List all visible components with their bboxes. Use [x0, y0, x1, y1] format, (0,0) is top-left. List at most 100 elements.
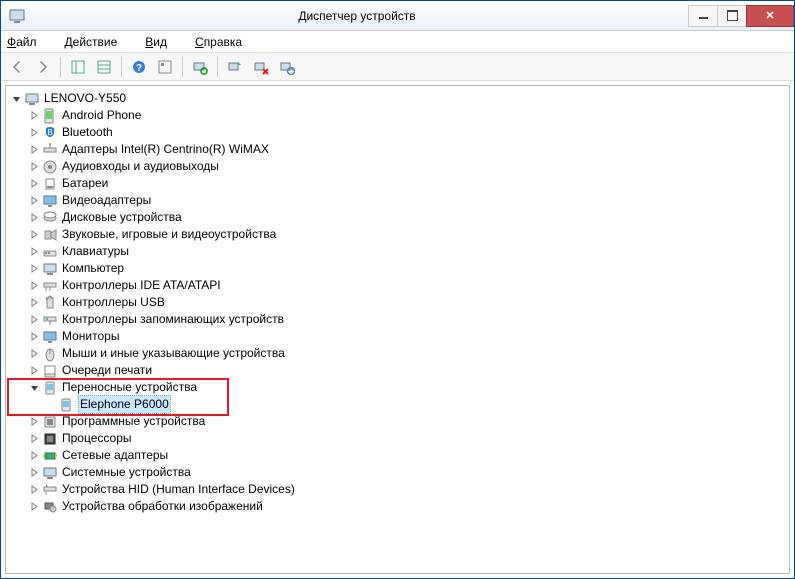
category-icon — [42, 363, 58, 379]
tree-category[interactable]: Контроллеры USB — [8, 294, 787, 311]
expand-arrow-icon[interactable] — [28, 365, 40, 377]
tree-category[interactable]: Аудиовходы и аудиовыходы — [8, 158, 787, 175]
tree-category[interactable]: Дисковые устройства — [8, 209, 787, 226]
tree-category[interactable]: Мониторы — [8, 328, 787, 345]
expand-arrow-icon[interactable] — [28, 229, 40, 241]
category-icon — [42, 482, 58, 498]
expand-arrow-icon[interactable] — [28, 178, 40, 190]
tree-category-label: Очереди печати — [62, 362, 152, 379]
tree-category-label: Устройства HID (Human Interface Devices) — [62, 481, 295, 498]
category-icon — [42, 142, 58, 158]
tree-category[interactable]: Мыши и иные указывающие устройства — [8, 345, 787, 362]
minimize-button[interactable] — [688, 5, 718, 27]
tree-category-label: Звуковые, игровые и видеоустройства — [62, 226, 276, 243]
category-icon — [42, 244, 58, 260]
expand-arrow-icon[interactable] — [28, 161, 40, 173]
tree-category[interactable]: Системные устройства — [8, 464, 787, 481]
tree-device[interactable]: Elephone P6000 — [8, 396, 787, 413]
expand-arrow-icon[interactable] — [28, 195, 40, 207]
expand-arrow-icon[interactable] — [28, 127, 40, 139]
tree-category[interactable]: Клавиатуры — [8, 243, 787, 260]
uninstall-button[interactable] — [249, 55, 273, 79]
category-icon — [42, 210, 58, 226]
menu-bar: Файл Действие Вид Справка — [1, 31, 794, 53]
toolbar-separator — [121, 57, 122, 77]
tree-category-label: Батареи — [62, 175, 108, 192]
expand-arrow-icon[interactable] — [28, 433, 40, 445]
toolbar-separator — [182, 57, 183, 77]
action-button[interactable] — [153, 55, 177, 79]
tree-device-label: Elephone P6000 — [78, 395, 171, 414]
tree-category[interactable]: Устройства HID (Human Interface Devices) — [8, 481, 787, 498]
category-icon — [42, 346, 58, 362]
tree-category[interactable]: Переносные устройства — [8, 379, 787, 396]
category-icon — [42, 465, 58, 481]
tree-category-label: Контроллеры запоминающих устройств — [62, 311, 284, 328]
toolbar: ? — [1, 53, 794, 81]
expand-arrow-icon[interactable] — [28, 467, 40, 479]
tree-category-label: Компьютер — [62, 260, 124, 277]
tree-category[interactable]: Батареи — [8, 175, 787, 192]
tree-category[interactable]: Программные устройства — [8, 413, 787, 430]
tree-category[interactable]: Видеоадаптеры — [8, 192, 787, 209]
category-icon — [42, 159, 58, 175]
expand-arrow-icon[interactable] — [28, 314, 40, 326]
category-icon — [42, 380, 58, 396]
menu-help[interactable]: Справка — [195, 35, 256, 49]
tree-category[interactable]: BBluetooth — [8, 124, 787, 141]
category-icon — [42, 261, 58, 277]
expand-arrow-icon[interactable] — [28, 144, 40, 156]
svg-text:B: B — [47, 128, 52, 137]
menu-view[interactable]: Вид — [145, 35, 181, 49]
back-button[interactable] — [5, 55, 29, 79]
tree-category[interactable]: Сетевые адаптеры — [8, 447, 787, 464]
tree-root[interactable]: LENOVO-Y550 — [8, 90, 787, 107]
category-icon — [42, 108, 58, 124]
maximize-button[interactable] — [717, 5, 747, 27]
forward-button[interactable] — [31, 55, 55, 79]
expand-arrow-icon[interactable] — [10, 93, 22, 105]
tree-category-label: Системные устройства — [62, 464, 191, 481]
expand-arrow-icon[interactable] — [28, 348, 40, 360]
expand-arrow-icon[interactable] — [28, 450, 40, 462]
tree-category-label: Контроллеры USB — [62, 294, 165, 311]
tree-category[interactable]: Адаптеры Intel(R) Centrino(R) WiMAX — [8, 141, 787, 158]
app-icon — [9, 8, 25, 24]
expand-arrow-icon[interactable] — [28, 297, 40, 309]
show-hide-tree-button[interactable] — [66, 55, 90, 79]
title-bar: Диспетчер устройств — [1, 1, 794, 31]
expand-arrow-icon[interactable] — [28, 416, 40, 428]
tree-category[interactable]: Компьютер — [8, 260, 787, 277]
expand-arrow-icon[interactable] — [28, 246, 40, 258]
tree-category[interactable]: Контроллеры IDE ATA/ATAPI — [8, 277, 787, 294]
menu-action[interactable]: Действие — [65, 35, 132, 49]
tree-category[interactable]: Процессоры — [8, 430, 787, 447]
close-button[interactable] — [746, 5, 794, 27]
tree-category[interactable]: Android Phone — [8, 107, 787, 124]
category-icon — [42, 431, 58, 447]
expand-arrow-icon[interactable] — [28, 280, 40, 292]
tree-category[interactable]: Очереди печати — [8, 362, 787, 379]
expand-arrow-icon[interactable] — [28, 331, 40, 343]
expand-arrow-icon[interactable] — [28, 263, 40, 275]
disable-button[interactable] — [275, 55, 299, 79]
tree-category[interactable]: Звуковые, игровые и видеоустройства — [8, 226, 787, 243]
expand-arrow-icon[interactable] — [28, 501, 40, 513]
expand-arrow-icon[interactable] — [28, 484, 40, 496]
help-button[interactable]: ? — [127, 55, 151, 79]
tree-category-label: Сетевые адаптеры — [62, 447, 168, 464]
tree-category[interactable]: Контроллеры запоминающих устройств — [8, 311, 787, 328]
category-icon — [42, 176, 58, 192]
expand-arrow-icon[interactable] — [28, 110, 40, 122]
device-tree-pane[interactable]: LENOVO-Y550Android PhoneBBluetoothАдапте… — [5, 85, 790, 574]
svg-text:?: ? — [136, 63, 142, 74]
scan-hardware-button[interactable] — [188, 55, 212, 79]
menu-file[interactable]: Файл — [7, 35, 51, 49]
update-driver-button[interactable] — [223, 55, 247, 79]
properties-button[interactable] — [92, 55, 116, 79]
expand-arrow-icon[interactable] — [28, 212, 40, 224]
expand-arrow-icon[interactable] — [28, 382, 40, 394]
category-icon — [42, 193, 58, 209]
tree-category[interactable]: Устройства обработки изображений — [8, 498, 787, 515]
tree-category-label: Мониторы — [62, 328, 119, 345]
